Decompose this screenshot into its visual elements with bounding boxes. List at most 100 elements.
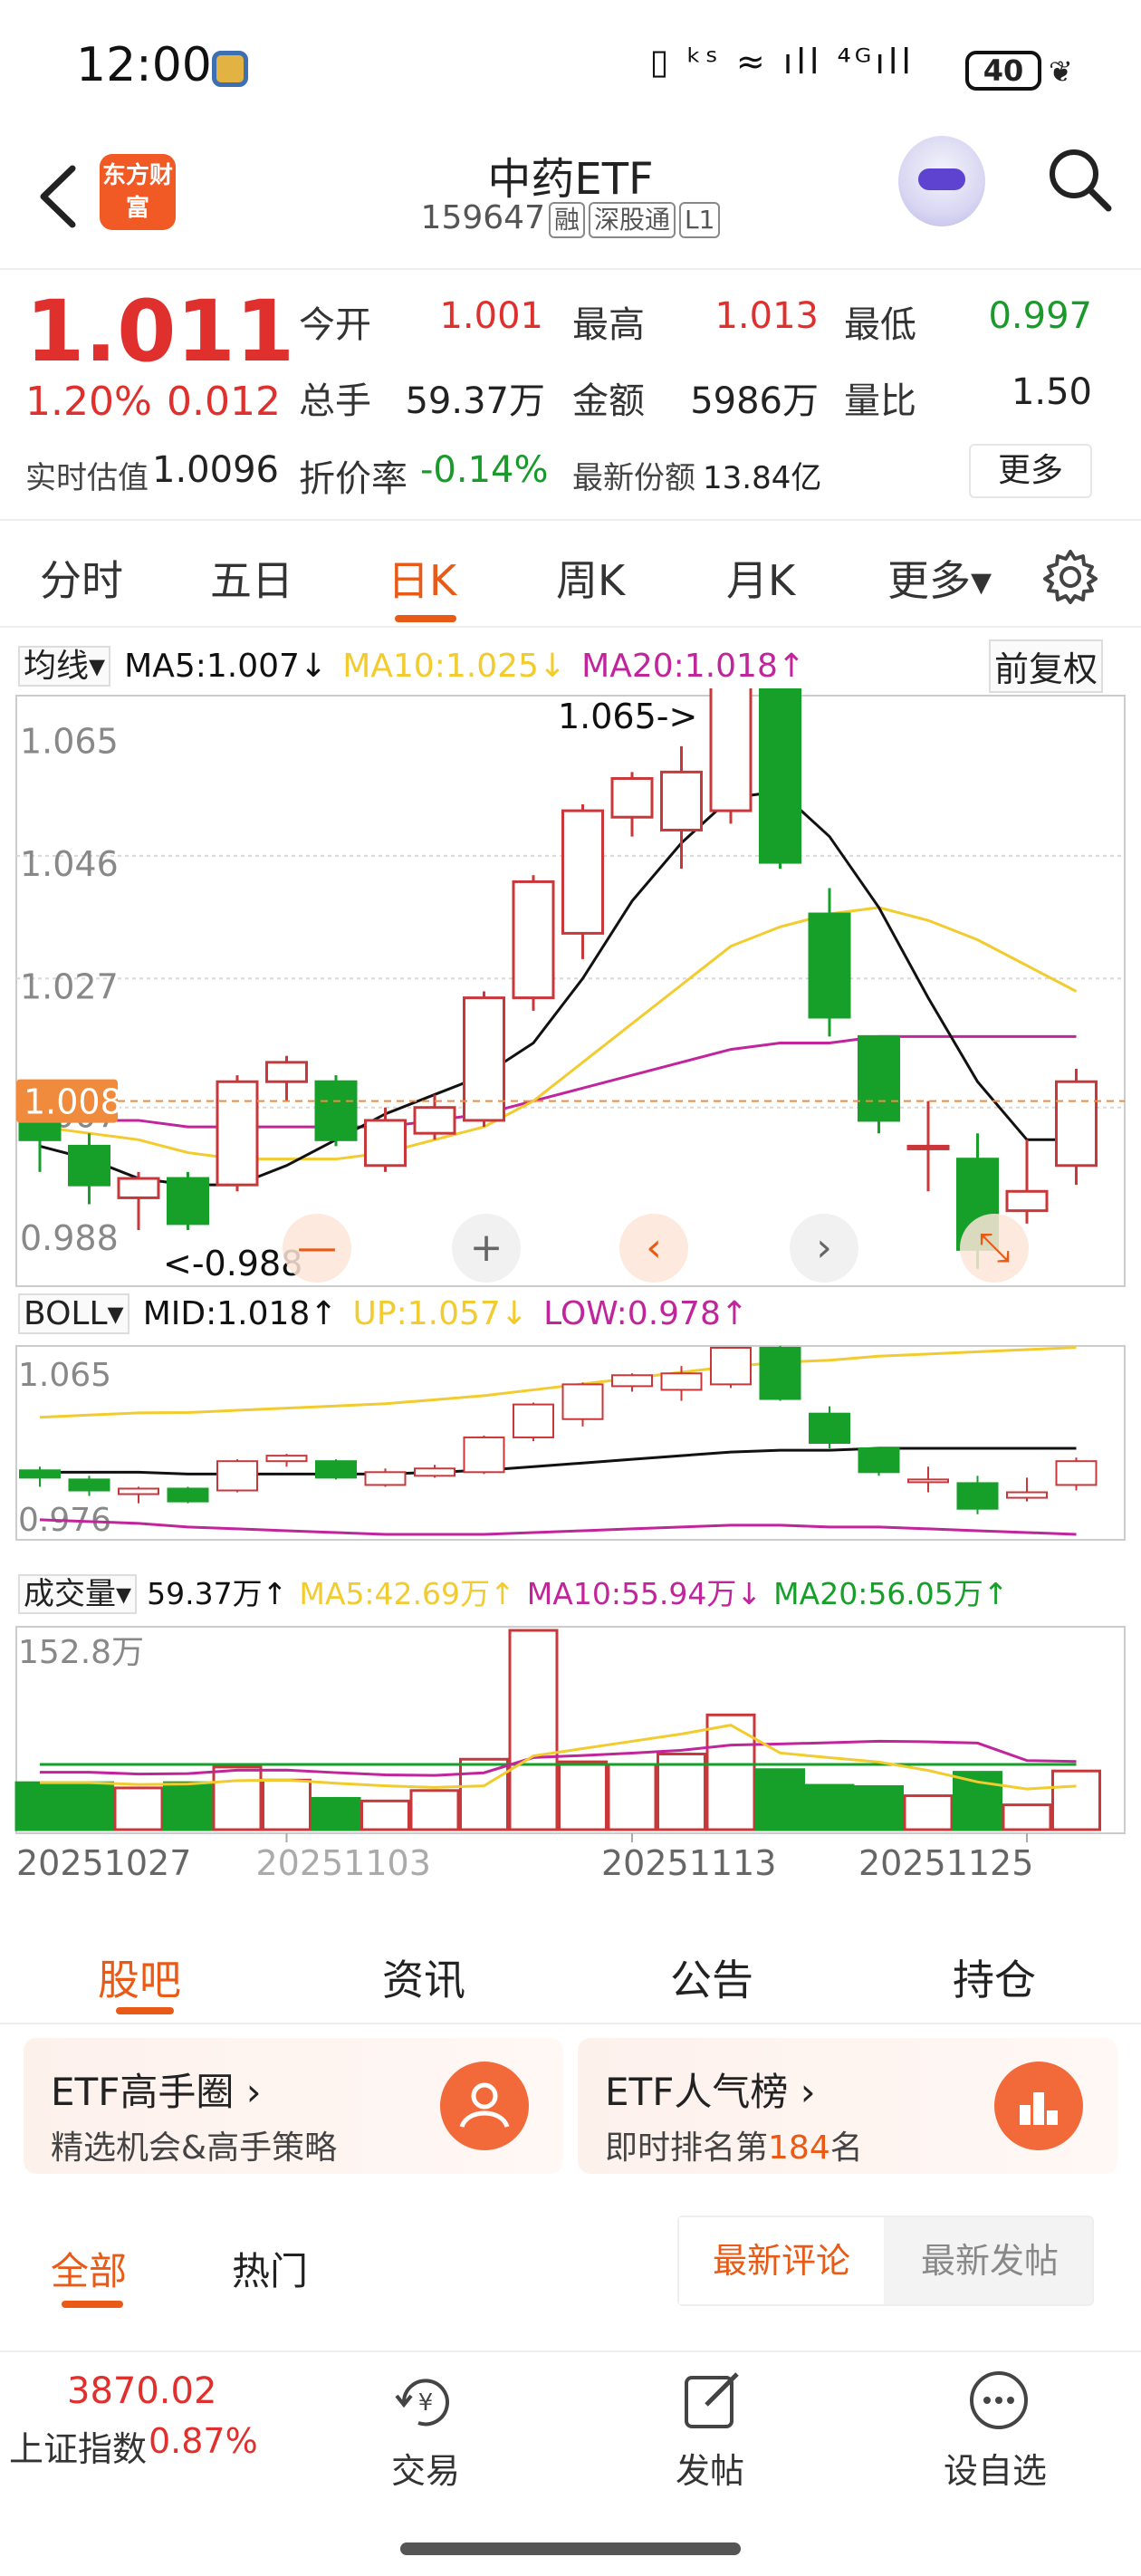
quote-panel: 1.011 1.20% 0.012 今开 1.001 最高 1.013 最低 0… [0,272,1141,521]
sort-toggle: 最新评论 最新发帖 [677,2216,1094,2306]
volume-bar [854,1784,904,1831]
tab-more[interactable]: 更多▾ [887,548,992,608]
tab-five-day[interactable]: 五日 [210,548,293,608]
volume-bar [360,1799,410,1831]
candle-body [463,996,505,1122]
boll-candle-body [611,1374,653,1388]
candle-body [709,688,753,812]
candle-body [512,879,555,1000]
kline-chart[interactable]: 1.0651.0461.0271.0070.988 1.0650.976 152… [0,688,1141,1920]
current-price-label: 1.008 [24,1082,122,1122]
candle-body [413,1106,456,1135]
tab-monthly-k[interactable]: 月K [726,548,795,608]
gear-icon[interactable] [1041,548,1099,606]
filter-all[interactable]: 全部 [51,2241,127,2296]
last-price: 1.011 [25,283,295,381]
boll-candle-body [858,1447,900,1474]
open-label: 今开 [299,304,371,346]
candle-body [858,1034,900,1122]
candle-body [1055,1080,1098,1168]
change-amount: 0.012 [167,379,281,425]
open-value: 1.001 [439,295,543,337]
x-date-label: 20251103 [256,1843,431,1883]
boll-candle-body [710,1346,752,1386]
boll-candle-body [216,1460,258,1492]
max-price-label: 1.065-> [558,697,697,736]
sort-latest-post[interactable]: 最新发帖 [887,2217,1092,2304]
stock-header: 东方财富 中药ETF 159647 融深股通 L1 [0,136,1141,270]
ma-legend-row: 均线▾ MA5:1.007↓ MA10:1.025↓ MA20:1.018↑ [18,639,805,687]
volume-bar [508,1629,559,1831]
period-tabs: 分时 五日 日K 周K 月K 更多▾ [0,521,1141,628]
y-tick-label: 1.046 [20,844,119,884]
zoom-in-button-glyph: + [470,1225,503,1271]
volume-bar [14,1781,65,1831]
nav-post[interactable]: 发帖 [676,2443,744,2493]
etf-expert-card[interactable]: ETF高手圈 › 精选机会&高手策略 [24,2038,563,2174]
candle-body [660,770,703,831]
discount-label: 折价率 [299,458,408,500]
x-date-label: 20251027 [16,1843,191,1883]
volume-bar [163,1781,213,1831]
trade-icon[interactable]: ¥ [391,2370,460,2434]
sort-latest-comment[interactable]: 最新评论 [679,2217,884,2304]
scroll-right-button-glyph: › [816,1225,832,1271]
post-icon[interactable] [681,2369,744,2432]
candle-body [759,688,801,864]
y-tick-label: 1.065 [20,722,119,762]
etf-popularity-card[interactable]: ETF人气榜 › 即时排名第184名 [578,2038,1117,2174]
filter-hot[interactable]: 热门 [232,2241,308,2296]
nav-trade[interactable]: 交易 [391,2443,460,2493]
candle-body [314,1080,358,1141]
share-value: 13.84亿 [703,460,822,496]
tab-news[interactable]: 资讯 [382,1947,465,2007]
card1-sub: 精选机会&高手策略 [51,2129,338,2167]
boll-candle-body [167,1487,209,1503]
tab-weekly-k[interactable]: 周K [556,548,625,608]
volume-bar [1002,1803,1052,1831]
y-tick-label: 0.988 [20,1218,119,1258]
boll-upper-line [39,1346,1077,1419]
y-tick-label: 1.027 [20,966,119,1006]
boll-candle-body [907,1478,949,1484]
candle-body [265,1061,308,1083]
ma10-legend: MA10:1.025↓ [342,648,567,685]
home-indicator [400,2542,741,2555]
card2-rank: 184 [768,2129,830,2167]
boll-mid-line [40,1447,1077,1475]
community-tab-indicator [116,2007,174,2014]
robot-assistant-icon[interactable] [898,136,985,226]
search-icon[interactable] [1043,143,1116,216]
discount-value: -0.14% [420,449,549,491]
boll-candle-body [315,1460,357,1479]
tab-intraday[interactable]: 分时 [40,548,123,608]
boll-candle-body [561,1383,604,1420]
nav-watchlist[interactable]: 设自选 [944,2443,1047,2493]
volume-bar [311,1796,361,1831]
boll-candle-body [463,1436,505,1474]
tab-daily-k[interactable]: 日K [388,548,456,608]
ma-selector[interactable]: 均线▾ [18,646,111,687]
volume-bar [558,1760,608,1831]
volume-bar [262,1778,312,1831]
boll-candle-body [68,1478,110,1492]
adjust-button[interactable]: 前复权 [989,639,1104,693]
card1-title: ETF高手圈 › [51,2070,262,2114]
tag-margin: 融 [548,202,585,238]
community-tabs: 股吧 资讯 公告 持仓 [0,1920,1141,2024]
volume-bar [755,1768,805,1831]
tab-announcement[interactable]: 公告 [670,1947,753,2007]
change-percent: 1.20% [25,379,152,425]
amount-label: 金额 [572,380,645,422]
ma10-line [39,906,1078,1161]
tab-guba[interactable]: 股吧 [98,1947,181,2007]
iopv-value: 1.0096 [152,449,279,491]
x-date-label: 20251113 [601,1843,776,1883]
low-label: 最低 [844,304,916,346]
more-dots-icon[interactable] [967,2369,1031,2432]
index-name: 上证指数 [9,2429,148,2469]
volume-bar [64,1781,114,1831]
x-date-label: 20251125 [858,1843,1033,1883]
more-button[interactable]: 更多 [969,444,1092,498]
tab-holdings[interactable]: 持仓 [953,1947,1036,2007]
